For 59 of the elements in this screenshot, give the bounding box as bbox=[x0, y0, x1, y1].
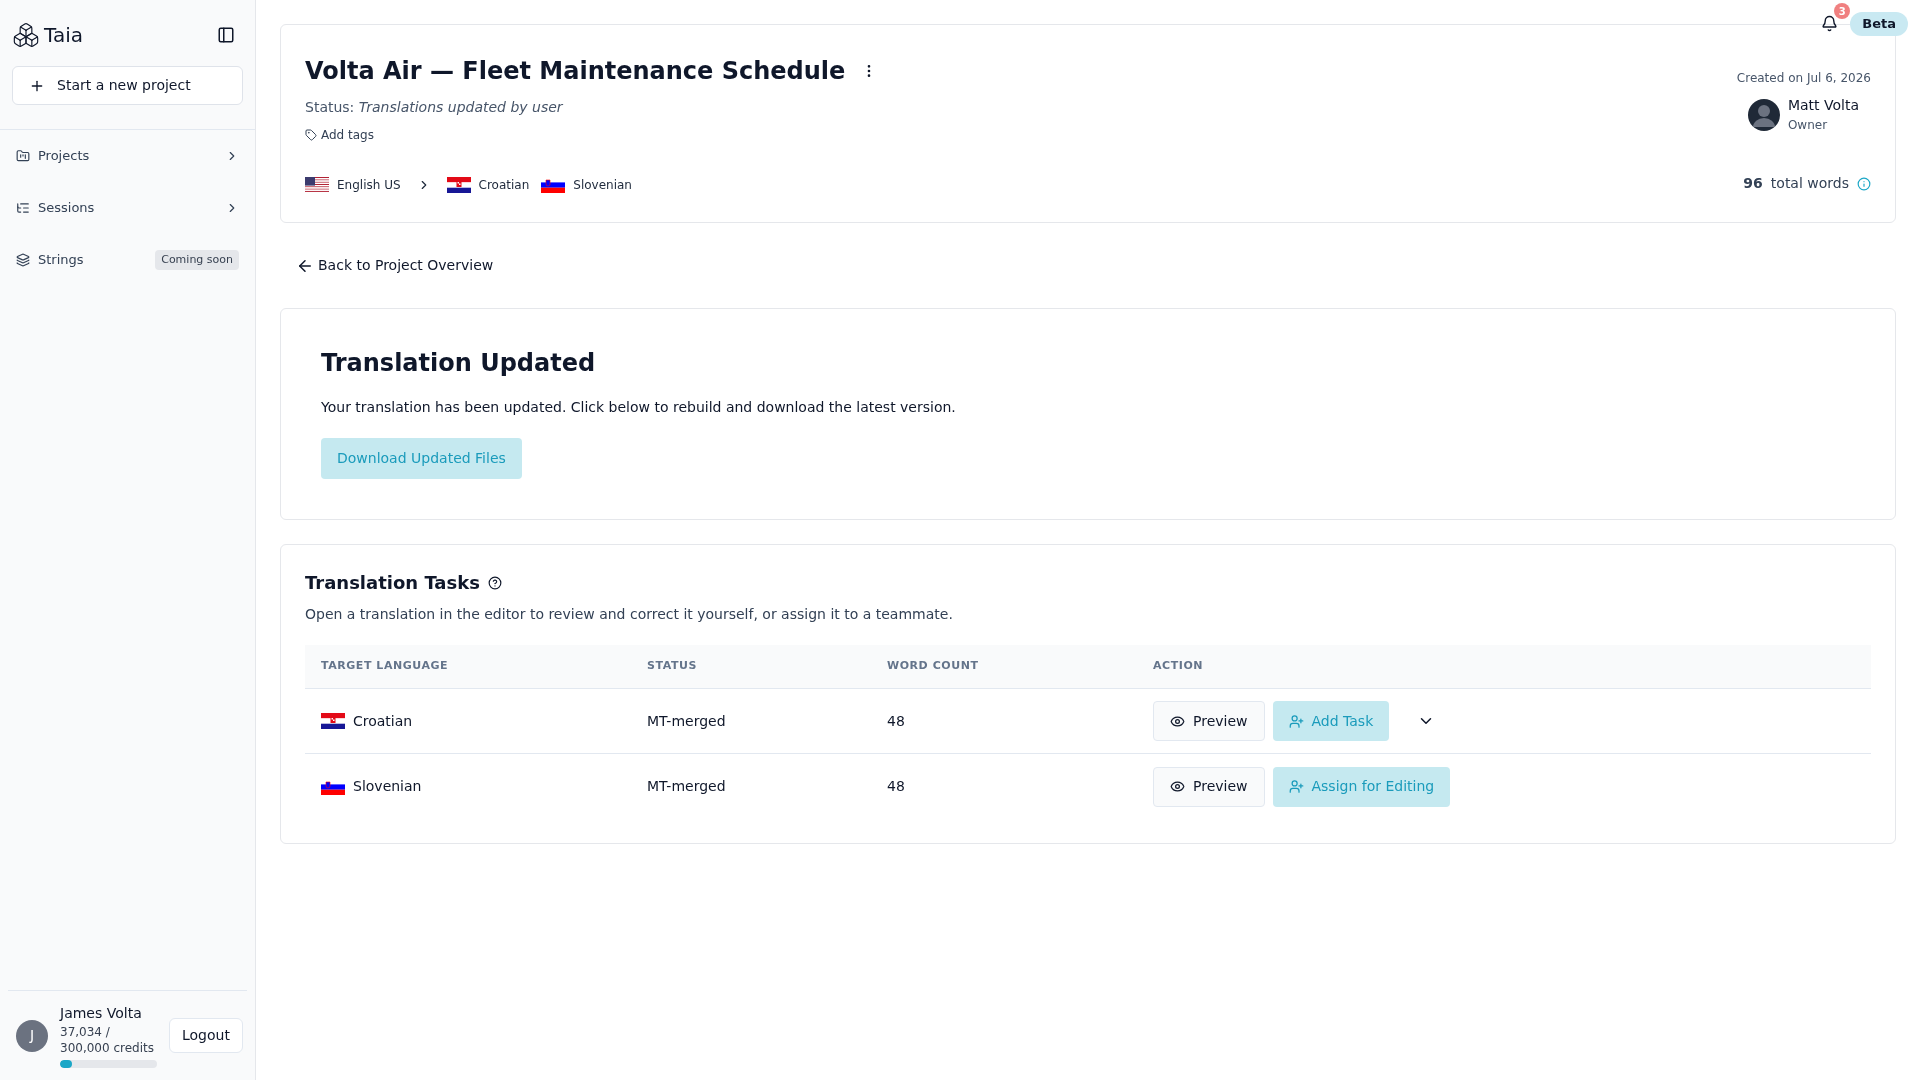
tag-icon bbox=[305, 129, 317, 141]
table-cell-text: Slovenian bbox=[353, 777, 422, 796]
user-name: James Volta bbox=[60, 1004, 143, 1023]
list-icon bbox=[16, 201, 30, 215]
logo-icon bbox=[12, 21, 40, 49]
flag-icon bbox=[446, 177, 471, 193]
update-title: Translation Updated bbox=[321, 348, 597, 379]
language-name: Croatian bbox=[478, 177, 530, 194]
notification-count: 3 bbox=[1834, 3, 1851, 20]
sidebar-item[interactable]: Projects bbox=[0, 130, 255, 182]
column-header: ACTION bbox=[1153, 645, 1871, 689]
help-icon[interactable] bbox=[487, 575, 502, 590]
tasks-title: Translation Tasks bbox=[305, 571, 480, 595]
update-text: Your translation has been updated. Click below to rebuild and download the latest version. bbox=[321, 398, 957, 417]
table-cell-text: Croatian bbox=[353, 711, 413, 731]
info-icon[interactable] bbox=[1857, 176, 1871, 191]
coming-soon-badge: Coming soon bbox=[155, 249, 239, 271]
owner-role: Owner bbox=[1787, 117, 1829, 134]
sidebar-item[interactable]: Sessions bbox=[0, 182, 255, 234]
sidebar-toggle-icon[interactable] bbox=[217, 26, 235, 44]
flag-icon bbox=[305, 177, 329, 193]
owner-name: Matt Volta bbox=[1787, 96, 1859, 115]
folders-icon bbox=[16, 149, 30, 163]
preview-button[interactable]: Preview bbox=[1153, 701, 1265, 741]
avatar-icon bbox=[1747, 98, 1780, 131]
column-header: STATUS bbox=[647, 645, 887, 689]
logo-text: Taia bbox=[44, 22, 83, 49]
word-count-label: total words bbox=[1770, 174, 1849, 193]
beta-badge: Beta bbox=[1850, 12, 1908, 36]
eye-icon bbox=[1170, 779, 1185, 794]
tasks-subtitle: Open a translation in the editor to review and correct it yourself, or assign it to a teammate. bbox=[305, 605, 954, 624]
preview-button[interactable]: Preview bbox=[1153, 766, 1265, 807]
language-name: English US bbox=[337, 177, 401, 194]
table-cell-text: MT-merged bbox=[647, 777, 726, 796]
word-count: 96 bbox=[1743, 174, 1763, 193]
column-header: WORD COUNT bbox=[887, 645, 1153, 689]
credits-text: 37,034 / 300,000 credits bbox=[60, 1024, 155, 1056]
logout-button[interactable]: Logout bbox=[169, 1018, 243, 1053]
project-status: Status: Translations updated by user bbox=[305, 98, 564, 117]
flag-icon bbox=[541, 177, 566, 193]
add-tags-button[interactable]: Add tags bbox=[305, 126, 374, 144]
project-title: Volta Air — Fleet Maintenance Schedule bbox=[305, 56, 846, 87]
column-header: TARGET LANGUAGE bbox=[305, 645, 647, 689]
new-project-button[interactable]: Start a new project bbox=[12, 66, 243, 105]
flag-icon bbox=[321, 778, 345, 795]
table-cell-text: 48 bbox=[887, 777, 905, 796]
notifications-icon[interactable] bbox=[1821, 15, 1839, 33]
user-avatar: J bbox=[16, 1019, 48, 1052]
user-plus-icon bbox=[1288, 713, 1304, 729]
eye-icon bbox=[1170, 713, 1185, 729]
sidebar-item[interactable]: Strings Coming soon bbox=[0, 234, 255, 286]
table-cell-text: MT-merged bbox=[647, 711, 726, 731]
layers-icon bbox=[16, 253, 30, 267]
user-plus-icon bbox=[1288, 779, 1304, 794]
created-date: Created on Jul 6, 2026 bbox=[1736, 70, 1871, 87]
table-cell-text: 48 bbox=[887, 711, 905, 731]
language-name: Slovenian bbox=[573, 177, 632, 194]
flag-icon bbox=[321, 713, 345, 729]
back-link[interactable]: Back to Project Overview bbox=[296, 255, 494, 276]
